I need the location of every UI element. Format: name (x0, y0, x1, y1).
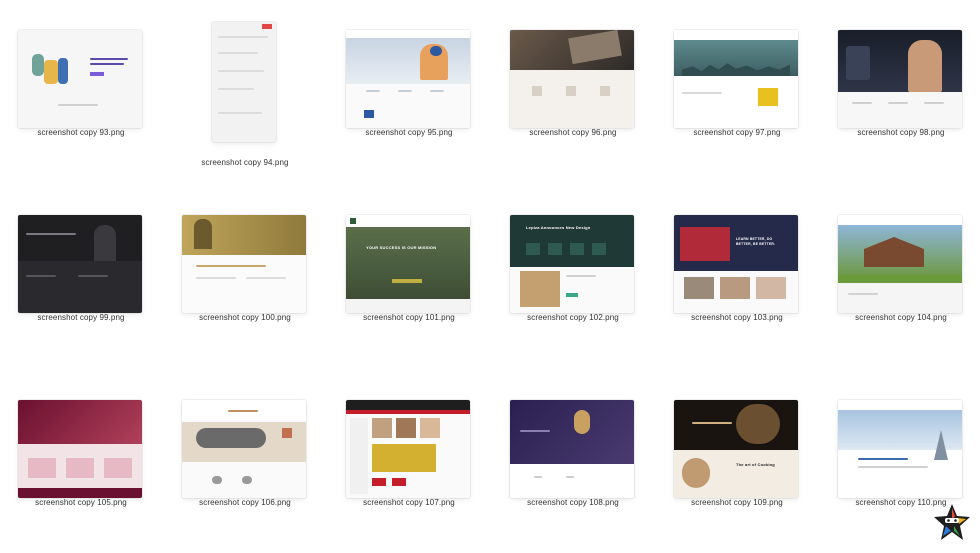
file-item[interactable]: screenshot copy 96.png (492, 0, 656, 183)
file-thumbnail[interactable] (674, 30, 798, 128)
file-item[interactable]: screenshot copy 93.png (0, 0, 164, 183)
file-name: screenshot copy 103.png (691, 313, 783, 322)
file-thumbnail[interactable]: The art of Cooking (674, 400, 798, 498)
file-name: screenshot copy 108.png (527, 498, 619, 507)
file-thumbnail[interactable] (212, 22, 276, 142)
file-name: screenshot copy 98.png (857, 128, 945, 137)
file-item[interactable]: YOUR SUCCESS IS OUR MISSION screenshot c… (328, 185, 492, 368)
hero-heading: LEARN BETTER, DO BETTER, BE BETTER. (736, 237, 776, 246)
file-item[interactable]: screenshot copy 100.png (164, 185, 328, 368)
file-item[interactable]: screenshot copy 106.png (164, 370, 328, 553)
file-name: screenshot copy 100.png (199, 313, 291, 322)
file-name: screenshot copy 101.png (363, 313, 455, 322)
file-thumbnail[interactable] (838, 215, 962, 313)
app-logo-icon (934, 504, 970, 540)
file-thumbnail[interactable] (18, 400, 142, 498)
file-thumbnail[interactable] (346, 400, 470, 498)
file-thumbnail[interactable] (18, 30, 142, 128)
file-name: screenshot copy 109.png (691, 498, 783, 507)
file-thumbnail[interactable] (18, 215, 142, 313)
file-thumbnail[interactable]: Lepiza Announces New Design (510, 215, 634, 313)
hero-heading: YOUR SUCCESS IS OUR MISSION (366, 245, 437, 250)
file-item[interactable]: screenshot copy 104.png (820, 185, 980, 368)
hero-heading: Lepiza Announces New Design (526, 225, 591, 230)
file-name: screenshot copy 102.png (527, 313, 619, 322)
file-item[interactable]: screenshot copy 105.png (0, 370, 164, 553)
file-name: screenshot copy 106.png (199, 498, 291, 507)
file-item[interactable]: screenshot copy 108.png (492, 370, 656, 553)
file-thumbnail[interactable] (510, 30, 634, 128)
file-name: screenshot copy 99.png (37, 313, 125, 322)
file-name: screenshot copy 104.png (855, 313, 947, 322)
file-item[interactable]: LEARN BETTER, DO BETTER, BE BETTER. scre… (656, 185, 820, 368)
file-name: screenshot copy 95.png (365, 128, 453, 137)
file-item[interactable]: Lepiza Announces New Design screenshot c… (492, 185, 656, 368)
file-thumbnail[interactable]: LEARN BETTER, DO BETTER, BE BETTER. (674, 215, 798, 313)
file-thumbnail[interactable] (838, 30, 962, 128)
file-item[interactable]: screenshot copy 99.png (0, 185, 164, 368)
file-thumbnail[interactable] (346, 30, 470, 128)
file-thumbnail[interactable] (510, 400, 634, 498)
file-thumbnail[interactable] (838, 400, 962, 498)
file-name: screenshot copy 105.png (35, 498, 127, 507)
file-thumbnail[interactable] (182, 400, 306, 498)
file-name: screenshot copy 97.png (693, 128, 781, 137)
file-thumbnail[interactable]: YOUR SUCCESS IS OUR MISSION (346, 215, 470, 313)
file-grid: screenshot copy 93.png screenshot copy 9… (0, 0, 980, 550)
file-thumbnail[interactable] (182, 215, 306, 313)
file-item[interactable]: screenshot copy 98.png (820, 0, 980, 183)
file-name: screenshot copy 93.png (37, 128, 125, 137)
hero-heading: The art of Cooking (736, 462, 775, 467)
file-item[interactable]: screenshot copy 107.png (328, 370, 492, 553)
file-name: screenshot copy 96.png (529, 128, 617, 137)
file-item[interactable]: screenshot copy 95.png (328, 0, 492, 183)
file-name: screenshot copy 94.png (201, 158, 289, 167)
file-name: screenshot copy 107.png (363, 498, 455, 507)
file-item[interactable]: The art of Cooking screenshot copy 109.p… (656, 370, 820, 553)
file-item[interactable]: screenshot copy 94.png (164, 0, 328, 183)
file-item[interactable]: screenshot copy 97.png (656, 0, 820, 183)
